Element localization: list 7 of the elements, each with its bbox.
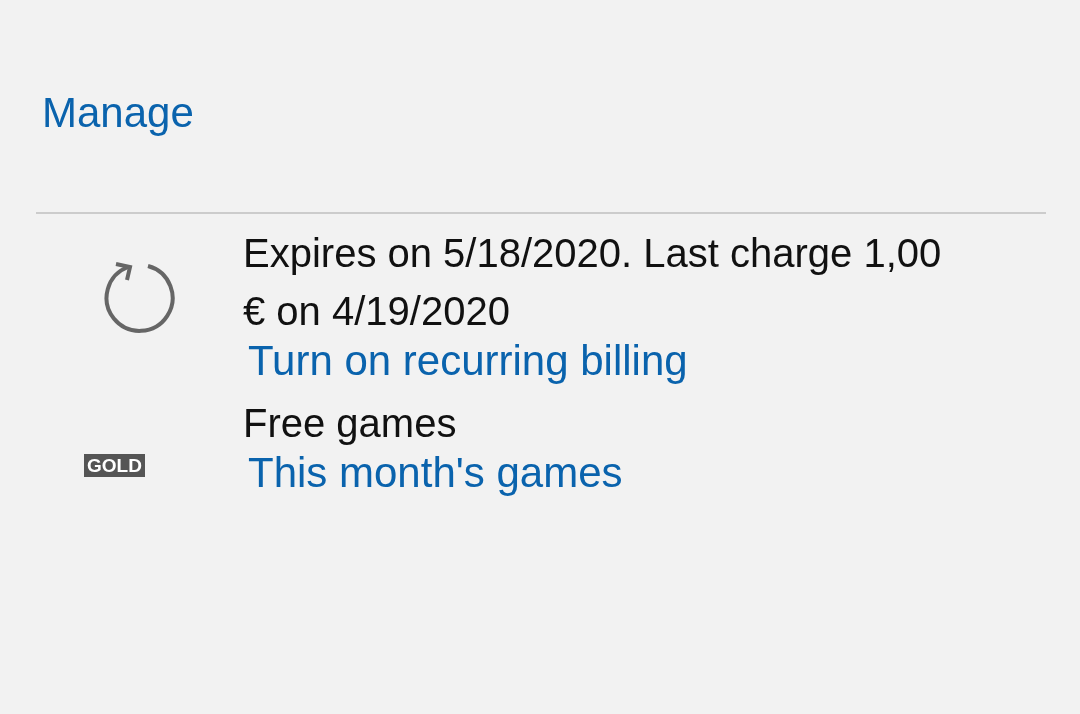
item-text: Free games bbox=[243, 400, 458, 448]
item-text: Expires on 5/18/2020. Last charge 1,00 € on 4/19/2020 bbox=[243, 230, 943, 335]
tier-badge: GOLD bbox=[84, 454, 145, 478]
item-link[interactable]: This month's games bbox=[248, 448, 623, 499]
item-link[interactable]: Turn on recurring billing bbox=[248, 336, 688, 387]
manage-link[interactable]: Manage bbox=[42, 88, 194, 139]
refresh-icon bbox=[102, 260, 177, 334]
